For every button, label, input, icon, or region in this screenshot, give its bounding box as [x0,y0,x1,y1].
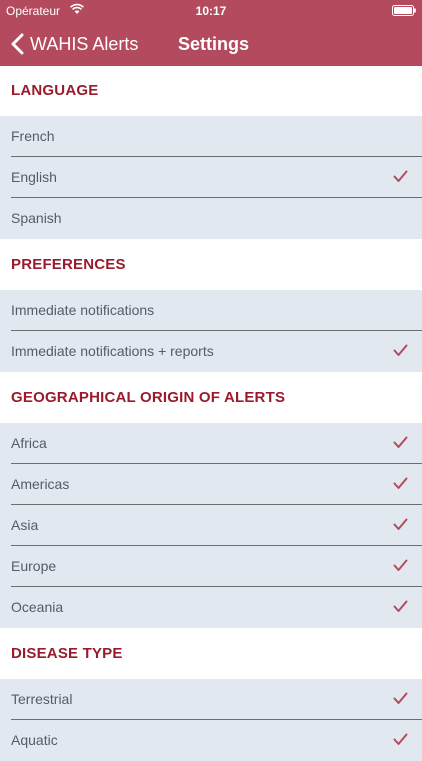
back-button-label: WAHIS Alerts [30,33,139,54]
header: Opérateur 10:17 WAHIS Alerts Settings [0,0,422,66]
list-item-english[interactable]: English [0,157,422,198]
battery-icon [392,5,416,16]
checkmark-icon [393,559,408,572]
list-item-label: Immediate notifications [11,302,155,318]
list-item-africa[interactable]: Africa [0,423,422,464]
list-item-immediate-notifications-reports[interactable]: Immediate notifications + reports [0,331,422,372]
status-bar: Opérateur 10:17 [0,0,422,22]
list-item-americas[interactable]: Americas [0,464,422,505]
list-item-label: Africa [11,435,47,451]
list-item-label: Terrestrial [11,691,73,707]
nav-bar: WAHIS Alerts Settings [0,22,422,66]
section-header-geographical-origin-of-alerts: GEOGRAPHICAL ORIGIN OF ALERTS [0,372,422,423]
list-item-label: Aquatic [11,732,58,748]
status-time: 10:17 [195,4,227,18]
checkmark-icon [393,692,408,705]
list-item-label: French [11,128,55,144]
list-item-label: English [11,169,57,185]
list-item-french[interactable]: French [0,116,422,157]
checkmark-icon [393,477,408,490]
list-item-label: Asia [11,517,39,533]
list-item-oceania[interactable]: Oceania [0,587,422,628]
section-header-language: LANGUAGE [0,66,422,116]
checkmark-icon [393,518,408,531]
checkmark-icon [393,170,408,183]
list-item-terrestrial[interactable]: Terrestrial [0,679,422,720]
list-item-label: Spanish [11,210,62,226]
checkmark-icon [393,733,408,746]
section-header-disease-type: DISEASE TYPE [0,628,422,679]
list-item-europe[interactable]: Europe [0,546,422,587]
checkmark-icon [393,344,408,357]
list-item-aquatic[interactable]: Aquatic [0,720,422,761]
checkmark-icon [393,436,408,449]
list-item-label: Oceania [11,599,64,615]
settings-list: LANGUAGE French English Spanish PREFERENCES I… [0,66,422,761]
list-item-label: Americas [11,476,70,492]
chevron-left-icon [11,33,24,55]
checkmark-icon [393,600,408,613]
list-item-label: Europe [11,558,57,574]
section-header-preferences: PREFERENCES [0,239,422,290]
list-item-spanish[interactable]: Spanish [0,198,422,239]
back-button[interactable]: WAHIS Alerts [10,22,138,66]
list-item-label: Immediate notifications + reports [11,343,214,359]
list-item-immediate-notifications[interactable]: Immediate notifications [0,290,422,331]
page-title: Settings [178,34,250,54]
list-item-asia[interactable]: Asia [0,505,422,546]
